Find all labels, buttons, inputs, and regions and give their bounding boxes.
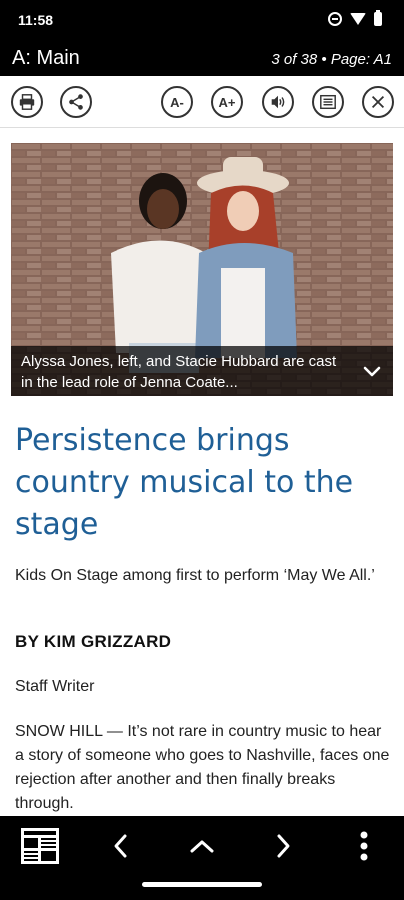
more-icon [360,831,368,861]
close-button[interactable] [362,86,394,118]
share-icon [69,94,83,110]
status-icons [328,10,382,26]
article-toolbar: A- A+ [0,76,404,128]
next-icon [277,834,290,858]
article-byline: BY KIM GRIZZARD [15,632,172,651]
speaker-icon [271,95,285,109]
caption-text: Alyssa Jones, left, and Stacie Hubbard a… [21,353,337,391]
wifi-icon [350,13,366,25]
article-body: SNOW HILL — It’s not rare in country mus… [15,723,390,812]
more-button[interactable] [342,826,386,866]
print-button[interactable] [11,86,43,118]
status-bar: 11:58 [0,0,404,40]
status-time: 11:58 [18,12,54,28]
page-thumbnails-button[interactable] [18,826,62,866]
text-view-button[interactable] [312,86,344,118]
previous-icon [114,834,127,858]
increase-font-button[interactable]: A+ [211,86,243,118]
up-icon [190,840,214,853]
increase-font-label: A+ [218,94,236,110]
article-headline: Persistence brings country musical to th… [15,423,354,542]
app-header: A: Main 3 of 38 • Page: A1 [0,40,404,76]
decrease-font-button[interactable]: A- [161,86,193,118]
next-button[interactable] [261,826,305,866]
photo-caption[interactable]: Alyssa Jones, left, and Stacie Hubbard a… [11,346,393,396]
bottom-nav [0,816,404,900]
article-subhead: Kids On Stage among first to perform ‘Ma… [15,567,375,584]
up-button[interactable] [180,826,224,866]
share-button[interactable] [60,86,92,118]
close-icon [371,95,385,109]
author-role: Staff Writer [15,678,95,695]
decrease-font-label: A- [170,94,184,110]
chevron-down-icon[interactable] [361,360,383,382]
text-view-icon [320,94,336,110]
home-indicator[interactable] [142,882,262,887]
page-thumbnails-icon [21,828,59,864]
page-info: 3 of 38 • Page: A1 [271,51,392,68]
print-icon [19,94,35,110]
read-aloud-button[interactable] [262,86,294,118]
previous-button[interactable] [99,826,143,866]
dnd-icon [328,12,342,26]
battery-icon [374,10,382,26]
section-title: A: Main [12,47,80,69]
article-photo[interactable]: Alyssa Jones, left, and Stacie Hubbard a… [11,143,393,396]
